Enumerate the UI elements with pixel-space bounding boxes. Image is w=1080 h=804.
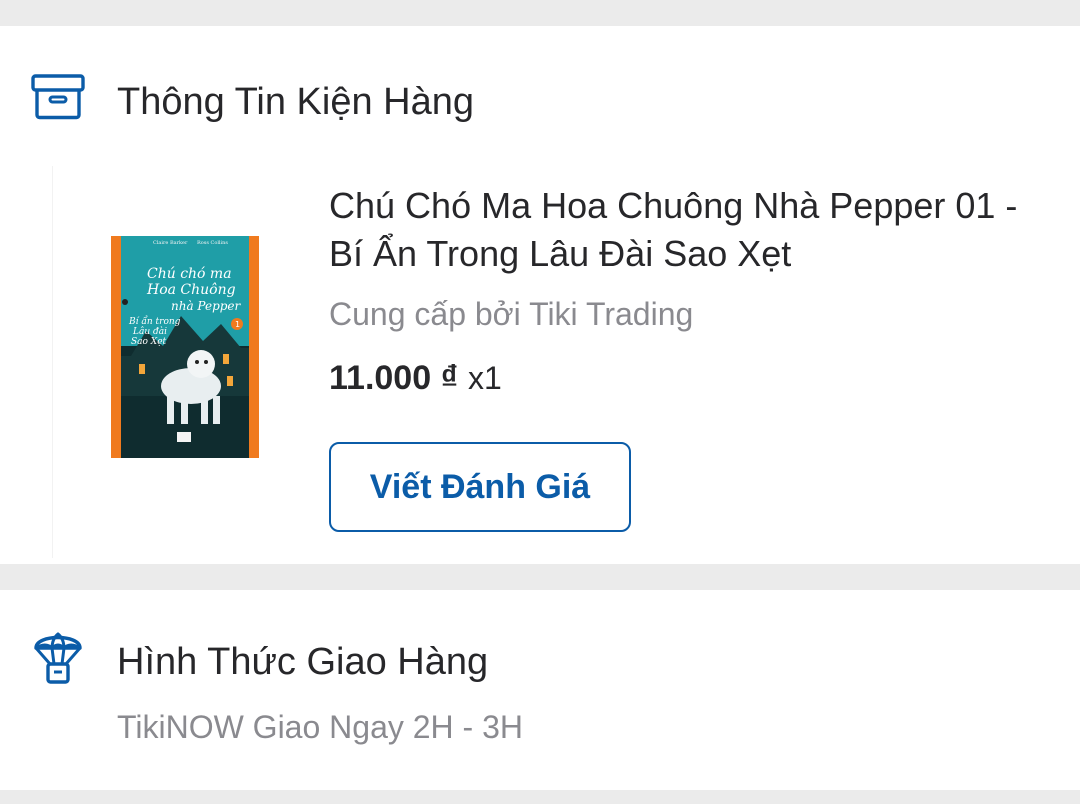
- cover-subtitle-line-3: Sao Xẹt: [131, 337, 167, 347]
- bottom-spacer: [0, 790, 1080, 804]
- section-title-package: Thông Tin Kiện Hàng: [117, 81, 475, 123]
- write-review-button[interactable]: Viết Đánh Giá: [329, 442, 631, 532]
- product-item[interactable]: Claire Barker Ross Collins Chú chó ma Ho…: [52, 166, 1080, 558]
- seller-label: Cung cấp bởi Tiki Trading: [329, 296, 694, 332]
- product-price: 11.000 ₫: [329, 359, 459, 397]
- product-quantity: x1: [468, 360, 502, 396]
- section-divider: [0, 564, 1080, 590]
- cover-subtitle-line-2: Lâu đài: [132, 326, 167, 337]
- package-box-icon: [28, 66, 88, 126]
- cover-subtitle-line-1: Bí ẩn trong: [128, 315, 181, 327]
- cover-title-line-3: nhà Pepper: [171, 299, 242, 313]
- cover-volume: 1: [235, 320, 240, 329]
- product-details: Chú Chó Ma Hoa Chuông Nhà Pepper 01 - Bí…: [329, 182, 1020, 398]
- package-section-header: Thông Tin Kiện Hàng: [0, 26, 1080, 166]
- cover-title-line-1: Chú chó ma: [147, 266, 232, 282]
- section-title-shipping: Hình Thức Giao Hàng: [117, 641, 489, 683]
- shipping-method-card: Hình Thức Giao Hàng TikiNOW Giao Ngay 2H…: [0, 590, 1080, 790]
- top-spacer: [0, 0, 1080, 26]
- cover-author: Claire Barker: [153, 240, 188, 246]
- product-thumbnail[interactable]: Claire Barker Ross Collins Chú chó ma Ho…: [52, 166, 305, 558]
- cover-illustrator: Ross Collins: [197, 240, 228, 246]
- cover-title-line-2: Hoa Chuông: [146, 282, 236, 298]
- shipping-method-label: TikiNOW Giao Ngay 2H - 3H: [117, 709, 523, 745]
- package-info-card: Thông Tin Kiện Hàng Claire Barker Ross C…: [0, 26, 1080, 564]
- price-row: 11.000 ₫ x1: [329, 358, 1020, 398]
- parachute-delivery-icon: [28, 626, 88, 686]
- book-cover-image: Claire Barker Ross Collins Chú chó ma Ho…: [111, 236, 259, 458]
- product-name[interactable]: Chú Chó Ma Hoa Chuông Nhà Pepper 01 - Bí…: [329, 182, 1020, 278]
